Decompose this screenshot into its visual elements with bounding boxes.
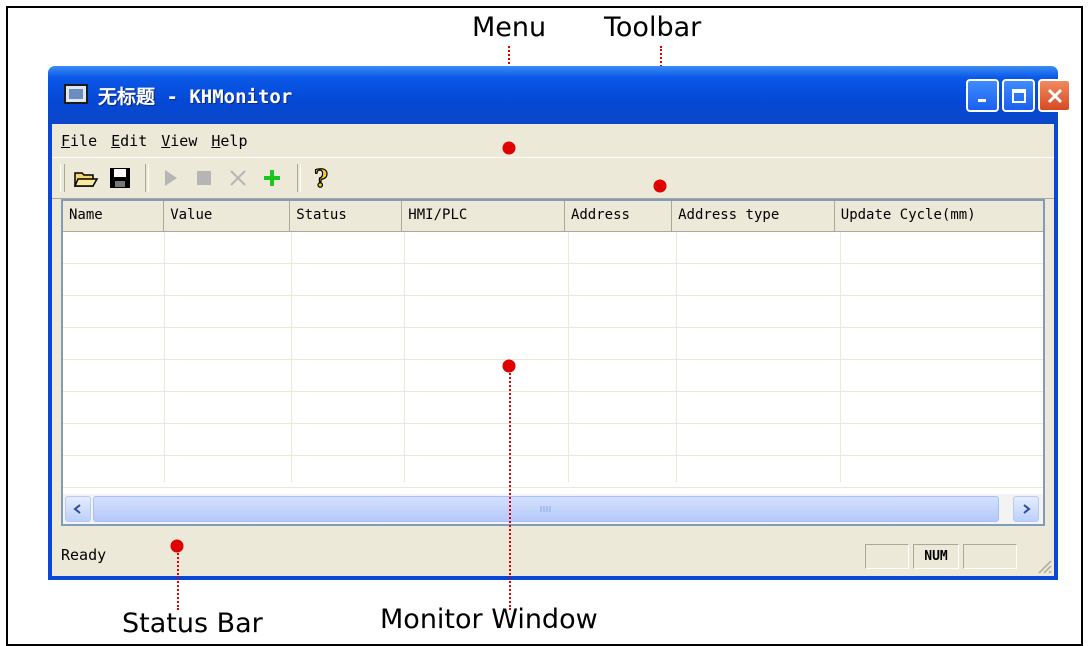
toolbar-callout-dot: [653, 179, 667, 193]
minimize-button[interactable]: [966, 79, 999, 112]
column-header-value[interactable]: Value: [164, 201, 291, 231]
table-row[interactable]: [63, 296, 1043, 328]
monitor-window-callout-label: Monitor Window: [380, 604, 598, 635]
maximize-icon: [1011, 88, 1026, 103]
add-icon: [264, 170, 280, 186]
save-icon: [110, 168, 130, 188]
help-icon: ?: [313, 165, 328, 191]
column-header-hmi-plc[interactable]: HMI/PLC: [402, 201, 565, 231]
table-row[interactable]: [63, 392, 1043, 424]
table-row[interactable]: [63, 456, 1043, 488]
window-title: 无标题 - KHMonitor: [98, 86, 293, 108]
table-row[interactable]: [63, 360, 1043, 392]
menu-file-rest: ile: [70, 131, 98, 150]
list-body: [63, 232, 1043, 488]
grid-line: [404, 232, 405, 482]
svg-text:?: ?: [314, 165, 328, 191]
status-bar: Ready NUM: [52, 534, 1054, 576]
app-window: 无标题 - KHMonitor File Edit View Help ? Na…: [48, 66, 1071, 580]
menu-help[interactable]: Help: [211, 132, 247, 150]
column-header-status[interactable]: Status: [290, 201, 403, 231]
menu-view-accel: V: [161, 131, 171, 150]
scroll-right-button[interactable]: [1013, 496, 1039, 522]
column-header-address-type[interactable]: Address type: [672, 201, 835, 231]
status-indicator-caps: [865, 544, 909, 569]
open-button[interactable]: [71, 163, 101, 193]
toolbar: ?: [52, 157, 1054, 199]
table-row[interactable]: [63, 328, 1043, 360]
add-button[interactable]: [257, 163, 287, 193]
grip-icon: [540, 506, 551, 512]
delete-button[interactable]: [223, 163, 253, 193]
open-folder-icon: [73, 172, 99, 187]
delete-icon: [230, 170, 246, 186]
menu-edit[interactable]: Edit: [111, 132, 147, 150]
menu-view-rest: iew: [170, 131, 198, 150]
status-indicator-num: NUM: [913, 544, 959, 569]
menu-file-accel: F: [61, 131, 71, 150]
status-indicator-scroll: [963, 544, 1017, 569]
grid-line: [676, 232, 677, 482]
help-button[interactable]: ?: [307, 163, 337, 193]
scroll-left-button[interactable]: [65, 496, 91, 522]
run-icon: [165, 170, 177, 186]
monitor-window-callout-line: [509, 366, 511, 610]
app-monitor-icon: [64, 84, 88, 104]
status-bar-callout-line: [177, 546, 179, 610]
title-bar[interactable]: 无标题 - KHMonitor: [48, 66, 1071, 124]
menu-file[interactable]: File: [61, 132, 97, 150]
status-bar-callout-label: Status Bar: [122, 608, 263, 639]
client-area: File Edit View Help ? Name Value Status …: [52, 124, 1054, 576]
menu-view[interactable]: View: [161, 132, 197, 150]
menu-callout-dot: [502, 141, 516, 155]
run-button[interactable]: [155, 163, 185, 193]
grid-line: [164, 232, 165, 482]
maximize-button[interactable]: [1002, 79, 1035, 112]
chevron-right-icon: [1023, 504, 1031, 514]
monitor-window-callout-dot: [502, 359, 516, 373]
toolbar-separator: [145, 164, 149, 192]
close-icon: [1047, 88, 1062, 103]
menu-bar: File Edit View Help: [52, 124, 1054, 157]
minimize-icon: [977, 98, 986, 102]
menu-callout-label: Menu: [472, 12, 547, 43]
stop-button[interactable]: [189, 163, 219, 193]
table-row[interactable]: [63, 424, 1043, 456]
toolbar-grip[interactable]: [60, 164, 65, 192]
toolbar-separator: [297, 164, 301, 192]
grid-line: [568, 232, 569, 482]
grid-line: [840, 232, 841, 482]
menu-help-rest: elp: [220, 131, 248, 150]
status-text: Ready: [61, 546, 107, 564]
save-button[interactable]: [105, 163, 135, 193]
column-header-update-cycle[interactable]: Update Cycle(mm): [835, 201, 1043, 231]
column-header-address[interactable]: Address: [565, 201, 673, 231]
toolbar-callout-label: Toolbar: [604, 12, 702, 43]
menu-edit-rest: dit: [120, 131, 148, 150]
list-header: Name Value Status HMI/PLC Address Addres…: [63, 201, 1043, 232]
column-header-name[interactable]: Name: [63, 201, 165, 231]
horizontal-scrollbar[interactable]: [63, 494, 1043, 524]
close-button[interactable]: [1038, 79, 1071, 112]
resize-grip-icon[interactable]: [1034, 556, 1052, 574]
table-row[interactable]: [63, 264, 1043, 296]
monitor-list[interactable]: Name Value Status HMI/PLC Address Addres…: [61, 199, 1045, 526]
stop-icon: [197, 171, 211, 185]
status-bar-callout-dot: [170, 539, 184, 553]
menu-edit-accel: E: [111, 131, 121, 150]
table-row[interactable]: [63, 232, 1043, 264]
scroll-thumb[interactable]: [93, 496, 999, 522]
grid-line: [291, 232, 292, 482]
chevron-left-icon: [73, 504, 81, 514]
